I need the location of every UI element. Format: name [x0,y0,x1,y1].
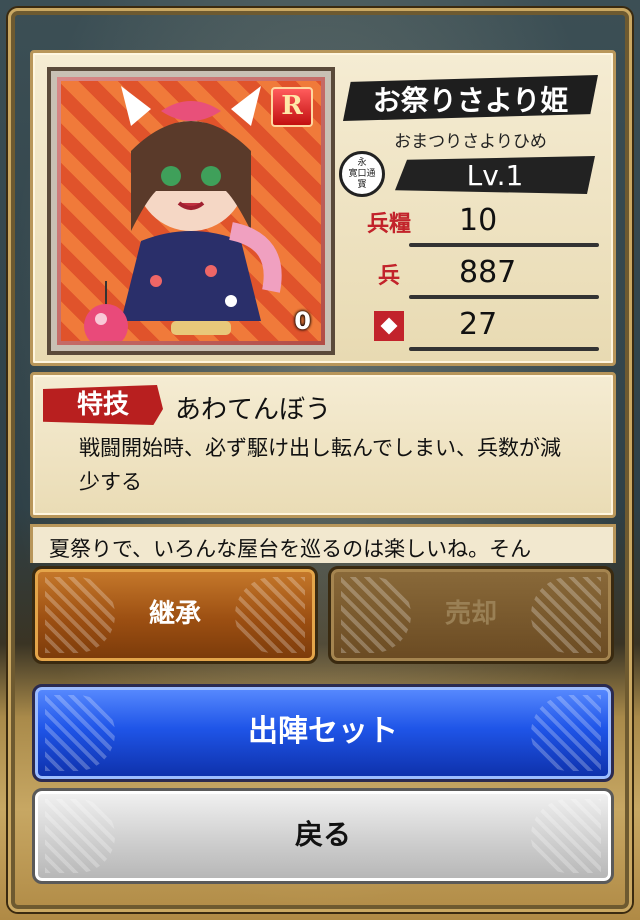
skill-panel: 特技 あわてんぼう 戦闘開始時、必ず駆け出し転んでしまい、兵数が減少する [30,372,616,518]
button-pattern [45,695,115,771]
button-pattern [45,799,115,873]
stat-provisions: 兵糧 10 [349,201,599,247]
provisions-value: 10 [459,203,498,238]
inherit-button[interactable]: 継承 [32,566,318,664]
button-pattern [531,577,601,653]
soldiers-value: 887 [459,255,517,290]
attack-value: 27 [459,307,498,342]
skill-name: あわてんぼう [175,395,332,425]
back-button[interactable]: 戻る [32,788,614,884]
provisions-icon-text: 兵糧 [366,211,411,237]
card-level: Lv.1 [466,159,524,192]
deploy-set-button[interactable]: 出陣セット [32,684,614,782]
portrait-background: R 0 [61,81,321,341]
button-pattern [341,577,411,653]
sell-button[interactable]: 売却 [328,566,614,664]
button-pattern [45,577,115,653]
flavor-text: 夏祭りで、いろんな屋台を巡るのは楽しいね。そん [49,537,532,561]
card-name-reading: おまつりさよりひめ [394,132,547,152]
back-button-label: 戻る [294,818,351,851]
stat-divider [409,243,599,247]
stat-soldiers: 兵 887 [349,253,599,299]
inherit-button-label: 継承 [148,599,201,629]
soldiers-icon-text: 兵 [377,263,400,289]
stat-divider [409,347,599,351]
sell-button-label: 売却 [444,599,497,629]
soldiers-icon: 兵 [349,257,429,291]
button-pattern [531,695,601,771]
stat-divider [409,295,599,299]
card-info-panel: R 0 お祭りさより姫 おまつりさよりひめ 永 寛口通 寳 Lv.1 兵糧 10… [30,50,616,366]
skill-tag: 特技 [43,385,163,425]
shuriken-icon [349,309,429,343]
crest-text: 永 寛口通 寳 [348,157,376,190]
rarity-badge: R [271,87,313,127]
shuriken-shape [374,311,404,341]
button-pattern [235,577,305,653]
card-count: 0 [294,307,311,335]
deploy-set-button-label: 出陣セット [248,714,398,749]
button-pattern [531,799,601,873]
provisions-icon: 兵糧 [349,205,429,239]
flavor-text-panel[interactable]: 夏祭りで、いろんな屋台を巡るのは楽しいね。そん [30,524,616,563]
clan-crest-icon: 永 寛口通 寳 [339,151,385,197]
card-name: お祭りさより姫 [372,84,569,117]
stat-attack: 27 [349,305,599,351]
character-portrait[interactable]: R 0 [47,67,335,355]
skill-description: 戦闘開始時、必ず駆け出し転んでしまい、兵数が減少する [79,436,561,494]
